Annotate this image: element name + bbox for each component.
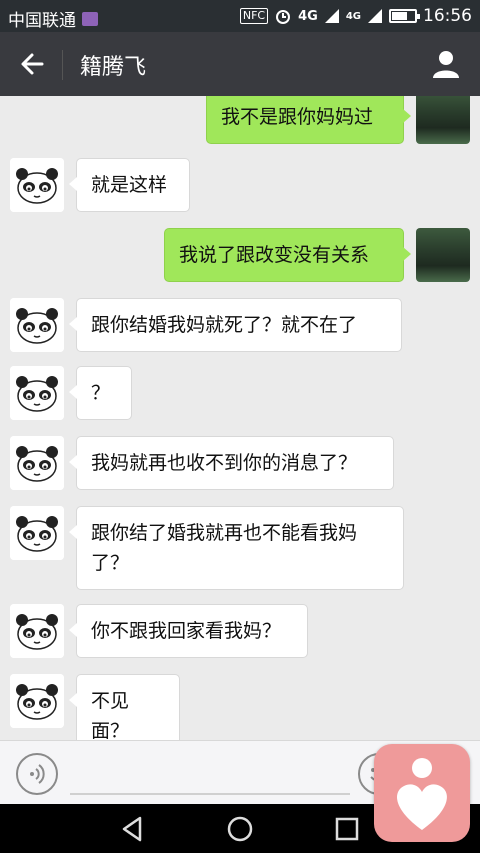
carrier-name: 中国联通	[8, 11, 76, 31]
status-bar: 中国联通 NFC 4G 4G 16:56	[0, 0, 480, 32]
nfc-icon: NFC	[239, 8, 269, 24]
clock: 16:56	[423, 6, 472, 26]
heart-person-icon	[397, 758, 447, 830]
chat-title: 籍腾飞	[80, 55, 147, 80]
network-type-2: 4G	[345, 10, 361, 22]
received-message-bubble[interactable]: 我妈就再也收不到你的消息了？	[69, 436, 394, 490]
received-message-bubble[interactable]: 跟你结了婚我就再也不能看我妈了？	[69, 506, 404, 590]
message-item: 就是这样	[0, 158, 480, 222]
battery-fill	[392, 12, 408, 20]
back-arrow-icon[interactable]	[16, 46, 52, 82]
message-item: 跟你结婚我妈就死了？就不在了	[0, 298, 480, 362]
received-message-bubble[interactable]: ？	[69, 366, 132, 420]
nav-back-icon[interactable]	[118, 814, 148, 844]
title-bar: 籍腾飞	[0, 32, 480, 96]
nav-recent-icon[interactable]	[332, 814, 362, 844]
nav-home-icon[interactable]	[225, 814, 255, 844]
message-item: 你不跟我回家看我妈？	[0, 604, 480, 668]
message-item: 我说了跟改变没有关系	[0, 228, 480, 292]
message-item: 我不是跟你妈妈过	[0, 96, 480, 148]
sim-icon	[82, 11, 98, 26]
my-avatar[interactable]	[416, 96, 470, 144]
contact-avatar[interactable]	[10, 506, 64, 560]
message-item: 跟你结了婚我就再也不能看我妈了？	[0, 506, 480, 600]
sent-message-bubble[interactable]: 我说了跟改变没有关系	[164, 228, 411, 282]
signal-icon	[324, 9, 339, 23]
contact-avatar[interactable]	[10, 674, 64, 728]
status-left: 中国联通	[8, 6, 98, 31]
status-right: NFC 4G 4G 16:56	[239, 6, 472, 26]
message-item: 不见面？	[0, 674, 480, 740]
received-message-bubble[interactable]: 你不跟我回家看我妈？	[69, 604, 308, 658]
title-divider	[62, 50, 63, 80]
alarm-icon	[276, 10, 291, 24]
contact-avatar[interactable]	[10, 158, 64, 212]
received-message-bubble[interactable]: 就是这样	[69, 158, 190, 212]
message-item: 我妈就再也收不到你的消息了？	[0, 436, 480, 500]
overlay-app-icon[interactable]	[374, 744, 470, 842]
battery-icon	[389, 9, 420, 23]
network-type: 4G	[298, 8, 318, 24]
contact-avatar[interactable]	[10, 604, 64, 658]
my-avatar[interactable]	[416, 228, 470, 282]
received-message-bubble[interactable]: 不见面？	[69, 674, 180, 740]
contact-avatar[interactable]	[10, 366, 64, 420]
message-input[interactable]	[70, 793, 350, 795]
voice-icon[interactable]	[16, 753, 58, 795]
contact-avatar[interactable]	[10, 298, 64, 352]
signal-icon-2	[368, 9, 382, 23]
chat-area[interactable]: 我不是跟你妈妈过 就是这样我说了跟改变没有关系 跟你结婚我妈就死了？就不在了 ？…	[0, 96, 480, 740]
contact-avatar[interactable]	[10, 436, 64, 490]
person-icon[interactable]	[428, 46, 464, 82]
sent-message-bubble[interactable]: 我不是跟你妈妈过	[206, 96, 411, 144]
message-item: ？	[0, 366, 480, 430]
received-message-bubble[interactable]: 跟你结婚我妈就死了？就不在了	[69, 298, 402, 352]
